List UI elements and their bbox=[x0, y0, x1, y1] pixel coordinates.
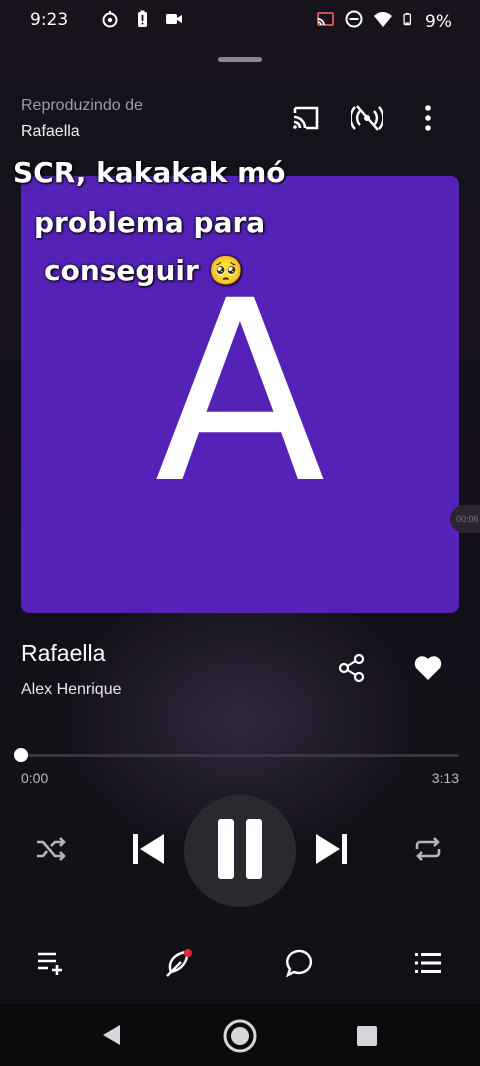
comments-button[interactable] bbox=[280, 945, 320, 985]
cast-button[interactable] bbox=[286, 100, 326, 140]
recents-icon[interactable] bbox=[356, 1025, 378, 1052]
previous-button[interactable] bbox=[126, 829, 170, 873]
next-icon bbox=[314, 832, 350, 871]
list-button[interactable] bbox=[408, 945, 448, 985]
broadcast-off-icon bbox=[349, 104, 385, 137]
data-saver-icon bbox=[100, 9, 120, 34]
pause-icon bbox=[216, 818, 264, 884]
lyrics-button[interactable] bbox=[158, 945, 198, 985]
repeat-icon bbox=[412, 835, 444, 868]
queue-add-icon bbox=[36, 950, 66, 981]
status-bar: 9:23 9% bbox=[0, 0, 480, 38]
side-timestamp-pill[interactable]: 00:06 bbox=[450, 505, 480, 533]
repeat-button[interactable] bbox=[408, 831, 448, 871]
shuffle-icon bbox=[35, 836, 67, 867]
broadcast-button[interactable] bbox=[347, 100, 387, 140]
battery-icon bbox=[402, 9, 416, 34]
playing-from-name[interactable]: Rafaella bbox=[21, 123, 80, 141]
wifi-icon bbox=[373, 9, 393, 34]
battery-percent: 9% bbox=[425, 11, 452, 32]
caption-line-2: problema para bbox=[34, 206, 266, 239]
more-vert-icon bbox=[423, 104, 433, 137]
track-title: Rafaella bbox=[21, 640, 106, 666]
queue-add-button[interactable] bbox=[31, 945, 71, 985]
do-not-disturb-icon bbox=[344, 9, 364, 34]
system-navigation-bar bbox=[0, 1004, 480, 1066]
video-camera-icon bbox=[164, 9, 184, 34]
previous-icon bbox=[130, 832, 166, 871]
more-options-button[interactable] bbox=[408, 100, 448, 140]
share-button[interactable] bbox=[332, 650, 372, 690]
heart-icon bbox=[413, 654, 443, 687]
caption-line-3: conseguir 🥺 bbox=[44, 254, 244, 287]
total-time: 3:13 bbox=[431, 770, 459, 786]
list-icon bbox=[414, 951, 442, 980]
cast-active-icon bbox=[315, 9, 335, 34]
album-artwork: A bbox=[21, 176, 459, 613]
cast-icon bbox=[290, 104, 322, 137]
progress-bar[interactable] bbox=[21, 754, 459, 757]
track-artist[interactable]: Alex Henrique bbox=[21, 681, 122, 699]
drag-handle[interactable] bbox=[218, 57, 262, 62]
status-time: 9:23 bbox=[30, 10, 69, 30]
notification-dot bbox=[184, 949, 192, 957]
battery-alert-icon bbox=[132, 9, 152, 34]
home-icon[interactable] bbox=[222, 1018, 258, 1059]
artwork-letter: A bbox=[154, 247, 326, 538]
like-button[interactable] bbox=[408, 650, 448, 690]
player-screen: 9:23 9% Reproduzindo de Rafaella A SCR, … bbox=[0, 0, 480, 1066]
progress-knob[interactable] bbox=[14, 748, 28, 762]
back-icon[interactable] bbox=[100, 1023, 124, 1052]
playing-from-label: Reproduzindo de bbox=[21, 97, 143, 114]
next-button[interactable] bbox=[310, 829, 354, 873]
shuffle-button[interactable] bbox=[31, 831, 71, 871]
current-time: 0:00 bbox=[21, 770, 49, 786]
share-icon bbox=[337, 653, 367, 688]
comments-icon bbox=[285, 948, 315, 983]
caption-line-1: SCR, kakakak mó bbox=[13, 156, 286, 189]
play-pause-button[interactable] bbox=[184, 795, 296, 907]
